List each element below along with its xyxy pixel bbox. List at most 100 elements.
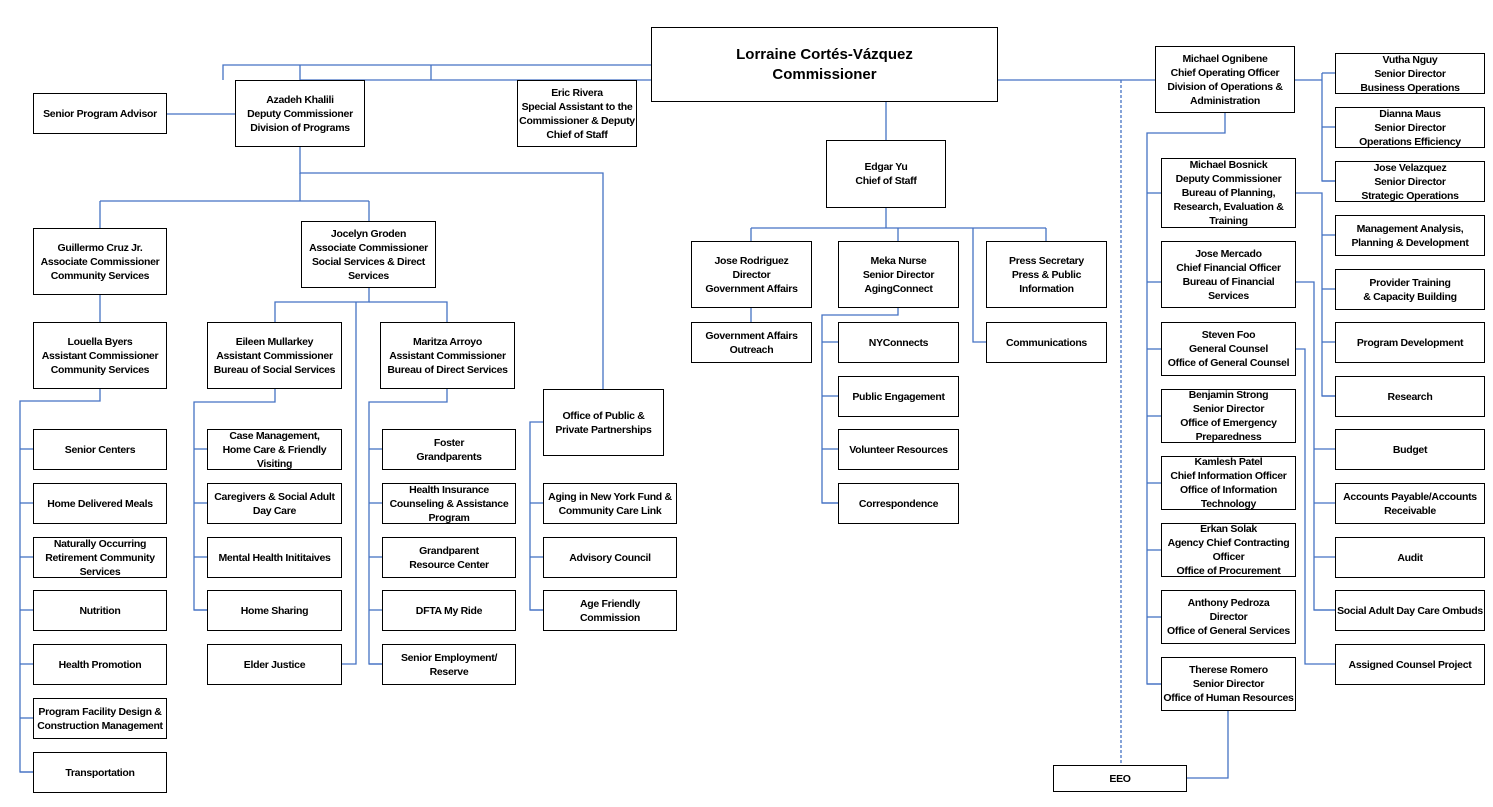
org-node-label: Michael Ognibene Chief Operating Officer…	[1167, 52, 1283, 107]
org-node-solak: Erkan Solak Agency Chief Contracting Off…	[1161, 523, 1296, 577]
org-node-sadc-ombuds: Social Adult Day Care Ombuds	[1335, 590, 1485, 631]
org-node-byers: Louella Byers Assistant Commissioner Com…	[33, 322, 167, 389]
org-node-label: Maritza Arroyo Assistant Commissioner Bu…	[387, 335, 508, 376]
org-node-mental-health: Mental Health Inititaives	[207, 537, 342, 578]
org-node-label: Foster Grandparents	[416, 436, 482, 463]
connector-comm-left	[299, 65, 651, 81]
org-node-label: Provider Training & Capacity Building	[1363, 276, 1457, 303]
org-node-press: Press Secretary Press & Public Informati…	[986, 241, 1107, 308]
org-node-strong: Benjamin Strong Senior Director Office o…	[1161, 389, 1296, 443]
org-node-facility-design: Program Facility Design & Construction M…	[33, 698, 167, 739]
org-node-senior-employment: Senior Employment/ Reserve	[382, 644, 516, 685]
org-node-health-promotion: Health Promotion	[33, 644, 167, 685]
org-node-assigned-counsel: Assigned Counsel Project	[1335, 644, 1485, 685]
org-node-label: Nutrition	[79, 604, 121, 617]
org-node-ppp: Office of Public & Private Partnerships	[543, 389, 664, 456]
org-node-eeo: EEO	[1053, 765, 1187, 792]
org-node-label: Jose Mercado Chief Financial Officer Bur…	[1176, 247, 1281, 302]
connector-mercado-trunk	[1296, 281, 1335, 611]
connector-groden-arroyo	[369, 301, 448, 322]
org-node-aging-ny-fund: Aging in New York Fund & Community Care …	[543, 483, 677, 524]
org-node-label: Erkan Solak Agency Chief Contracting Off…	[1167, 523, 1290, 577]
org-node-label: Program Development	[1356, 336, 1464, 349]
org-node-label: Eric Rivera Special Assistant to the Com…	[519, 86, 635, 141]
org-node-label: Case Management, Home Care & Friendly Vi…	[222, 429, 327, 470]
org-node-label: Aging in New York Fund & Community Care …	[548, 490, 672, 517]
org-node-label: Government Affairs Outreach	[705, 329, 798, 356]
org-node-label: EEO	[1109, 772, 1131, 785]
org-node-label: Guillermo Cruz Jr. Associate Commissione…	[40, 241, 160, 282]
org-node-home-sharing: Home Sharing	[207, 590, 342, 631]
org-node-commissioner: Lorraine Cortés-Vázquez Commissioner	[651, 27, 998, 102]
org-node-case-management: Case Management, Home Care & Friendly Vi…	[207, 429, 342, 470]
org-node-groden: Jocelyn Groden Associate Commissioner So…	[301, 221, 436, 288]
org-node-norc: Naturally Occurring Retirement Community…	[33, 537, 167, 578]
org-node-my-ride: DFTA My Ride	[382, 590, 516, 631]
org-node-label: Jose Rodriguez Director Government Affai…	[705, 254, 798, 295]
org-node-label: Anthony Pedroza Director Office of Gener…	[1167, 597, 1290, 637]
org-node-age-friendly: Age Friendly Commission	[543, 590, 677, 631]
org-node-provider-training: Provider Training & Capacity Building	[1335, 269, 1485, 310]
org-node-romero: Therese Romero Senior Director Office of…	[1161, 657, 1296, 711]
org-node-communications: Communications	[986, 322, 1107, 363]
org-node-home-delivered-meals: Home Delivered Meals	[33, 483, 167, 524]
org-node-elder-justice: Elder Justice	[207, 644, 342, 685]
org-node-label: Elder Justice	[243, 658, 306, 671]
org-node-rivera: Eric Rivera Special Assistant to the Com…	[517, 80, 637, 147]
org-node-label: Home Sharing	[240, 604, 309, 617]
org-node-label: Senior Program Advisor	[43, 107, 157, 120]
org-node-label: Benjamin Strong Senior Director Office o…	[1180, 389, 1277, 443]
org-node-label: Therese Romero Senior Director Office of…	[1163, 664, 1294, 704]
org-node-gov-outreach: Government Affairs Outreach	[691, 322, 812, 363]
org-node-label: Press Secretary Press & Public Informati…	[1009, 254, 1084, 295]
org-node-ognibene: Michael Ognibene Chief Operating Officer…	[1155, 46, 1295, 113]
org-node-maus: Dianna Maus Senior Director Operations E…	[1335, 107, 1485, 148]
connector-groden-down	[274, 288, 370, 322]
org-node-nyconnects: NYConnects	[838, 322, 959, 363]
org-node-label: Kamlesh Patel Chief Information Officer …	[1170, 456, 1287, 510]
org-node-label: Budget	[1392, 443, 1428, 456]
org-node-label: Research	[1387, 390, 1433, 403]
org-node-nguy: Vutha Nguy Senior Director Business Oper…	[1335, 53, 1485, 94]
org-node-label: Program Facility Design & Construction M…	[37, 705, 163, 732]
org-node-bosnick: Michael Bosnick Deputy Commissioner Bure…	[1161, 158, 1296, 228]
org-node-label: Advisory Council	[569, 551, 651, 564]
org-node-budget: Budget	[1335, 429, 1485, 470]
org-node-label: Assigned Counsel Project	[1348, 658, 1472, 671]
org-node-yu: Edgar Yu Chief of Staff	[826, 140, 946, 208]
org-node-grandparent-resource: Grandparent Resource Center	[382, 537, 516, 578]
org-node-label: DFTA My Ride	[415, 604, 483, 617]
org-node-label: Steven Foo General Counsel Office of Gen…	[1167, 329, 1290, 369]
org-node-research: Research	[1335, 376, 1485, 417]
org-node-public-engagement: Public Engagement	[838, 376, 959, 417]
org-node-label: NYConnects	[868, 336, 929, 349]
org-node-label: Lorraine Cortés-Vázquez Commissioner	[736, 45, 913, 83]
org-node-label: Social Adult Day Care Ombuds	[1337, 604, 1483, 617]
org-node-label: Health Promotion	[58, 658, 142, 671]
org-node-khalili: Azadeh Khalili Deputy Commissioner Divis…	[235, 80, 365, 147]
connector-ppp-trunk	[529, 421, 543, 611]
org-node-label: Mental Health Inititaives	[218, 551, 331, 564]
org-node-label: Health Insurance Counseling & Assistance…	[389, 483, 509, 524]
org-node-mullarkey: Eileen Mullarkey Assistant Commissioner …	[207, 322, 342, 389]
connector-bosnick-trunk	[1296, 192, 1335, 397]
org-node-label: Edgar Yu Chief of Staff	[855, 161, 917, 187]
org-node-label: Public Engagement	[852, 390, 945, 403]
org-node-label: Office of Public & Private Partnerships	[555, 409, 652, 436]
org-node-label: Senior Employment/ Reserve	[400, 651, 498, 678]
org-node-program-development: Program Development	[1335, 322, 1485, 363]
org-node-label: Grandparent Resource Center	[409, 544, 489, 571]
connector-comm-top-left	[222, 64, 651, 80]
org-node-caregivers: Caregivers & Social Adult Day Care	[207, 483, 342, 524]
org-node-label: Volunteer Resources	[849, 443, 948, 456]
org-node-label: Louella Byers Assistant Commissioner Com…	[41, 335, 159, 376]
org-node-correspondence: Correspondence	[838, 483, 959, 524]
org-node-label: Communications	[1006, 336, 1087, 349]
org-node-label: Age Friendly Commission	[579, 597, 640, 624]
org-node-label: Audit	[1397, 551, 1423, 564]
org-node-label: Vutha Nguy Senior Director Business Oper…	[1360, 53, 1460, 94]
org-node-rodriguez: Jose Rodriguez Director Government Affai…	[691, 241, 812, 308]
org-node-label: Jocelyn Groden Associate Commissioner So…	[309, 227, 428, 282]
org-node-advisory-council: Advisory Council	[543, 537, 677, 578]
org-node-pedroza: Anthony Pedroza Director Office of Gener…	[1161, 590, 1296, 644]
